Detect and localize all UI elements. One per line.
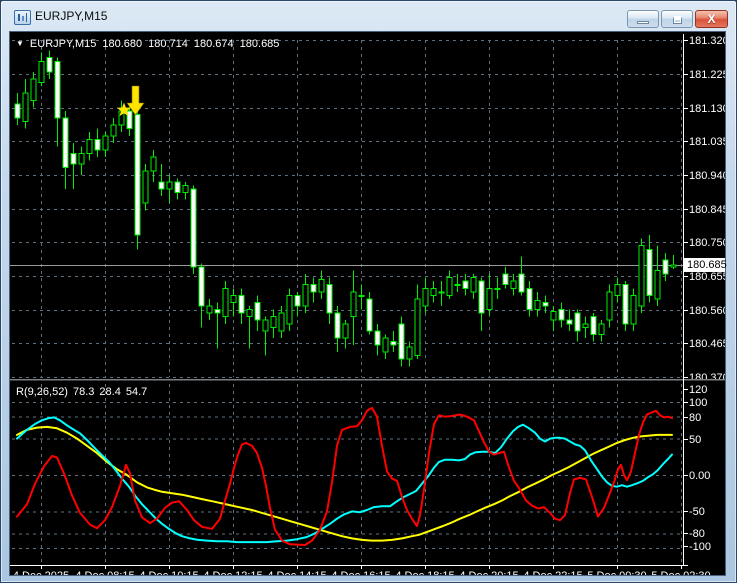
indicator-value-fast: 78.3 — [72, 386, 95, 398]
indicator-value-mid: 28.4 — [99, 386, 121, 398]
svg-text:50: 50 — [689, 434, 701, 446]
svg-text:180.465: 180.465 — [689, 338, 725, 350]
minimize-icon — [637, 21, 649, 24]
svg-text:4 Dec 08:15: 4 Dec 08:15 — [75, 570, 134, 575]
svg-text:180.655: 180.655 — [689, 271, 725, 283]
ohlc-header: ▼ EURJPY,M15 180.680 180.714 180.674 180.685 — [16, 38, 285, 50]
svg-text:181.130: 181.130 — [689, 103, 725, 115]
close-icon: X — [707, 12, 716, 26]
svg-text:181.320: 181.320 — [689, 35, 725, 47]
svg-text:4 Dec 22:15: 4 Dec 22:15 — [523, 570, 582, 575]
svg-text:120: 120 — [689, 384, 707, 396]
high-value: 180.714 — [148, 38, 188, 50]
collapse-chart-icon[interactable]: ▼ — [16, 39, 24, 48]
app-icon — [14, 10, 31, 25]
svg-text:-80: -80 — [689, 528, 705, 540]
symbol-label: EURJPY,M15 — [29, 38, 97, 50]
svg-text:5 Dec 02:30: 5 Dec 02:30 — [651, 570, 710, 575]
restore-button[interactable] — [661, 10, 693, 28]
titlebar[interactable]: EURJPY,M15 X — [1, 1, 736, 31]
indicator-label: R(9,26,52) — [16, 386, 68, 398]
svg-text:80: 80 — [689, 412, 701, 424]
chart-canvas[interactable]: 181.320 181.225 181.130 181.035 180.940 180.8… — [10, 32, 725, 575]
svg-text:-100: -100 — [689, 541, 711, 553]
svg-text:0.00: 0.00 — [689, 470, 710, 482]
low-value: 180.674 — [193, 38, 234, 50]
svg-text:180.560: 180.560 — [689, 305, 725, 317]
restore-icon — [673, 16, 682, 24]
open-value: 180.680 — [102, 38, 143, 50]
close-value: 180.685 — [239, 38, 280, 50]
svg-text:180.370: 180.370 — [689, 372, 725, 384]
svg-text:4 Dec 16:15: 4 Dec 16:15 — [331, 570, 390, 575]
chart-client-area: 181.320 181.225 181.130 181.035 180.940 180.8… — [9, 31, 727, 576]
svg-text:180.845: 180.845 — [689, 204, 725, 216]
svg-text:100: 100 — [689, 397, 707, 409]
svg-text:181.225: 181.225 — [689, 69, 725, 81]
svg-text:180.750: 180.750 — [689, 237, 725, 249]
svg-text:4 Dec 14:15: 4 Dec 14:15 — [267, 570, 326, 575]
indicator-header: R(9,26,52) 78.3 28.4 54.7 — [16, 386, 152, 398]
indicator-line-fast-red — [16, 406, 673, 546]
indicator-value-slow: 54.7 — [125, 386, 148, 398]
minimize-button[interactable] — [627, 10, 659, 28]
svg-text:-50: -50 — [689, 506, 705, 518]
svg-text:181.035: 181.035 — [689, 136, 725, 148]
window-frame: EURJPY,M15 X 181.320 181.225 181.130 181.03… — [0, 0, 737, 583]
svg-text:4 Dec 20:15: 4 Dec 20:15 — [459, 570, 518, 575]
window-title: EURJPY,M15 — [35, 9, 108, 23]
current-price-tag: 180.685 — [684, 258, 727, 272]
svg-text:5 Dec 00:30: 5 Dec 00:30 — [587, 570, 646, 575]
svg-text:4 Dec 10:15: 4 Dec 10:15 — [139, 570, 198, 575]
svg-text:4 Dec 2025: 4 Dec 2025 — [13, 570, 69, 575]
close-button[interactable]: X — [695, 10, 728, 28]
svg-text:4 Dec 18:15: 4 Dec 18:15 — [395, 570, 454, 575]
svg-text:180.940: 180.940 — [689, 170, 725, 182]
svg-text:4 Dec 12:15: 4 Dec 12:15 — [203, 570, 262, 575]
